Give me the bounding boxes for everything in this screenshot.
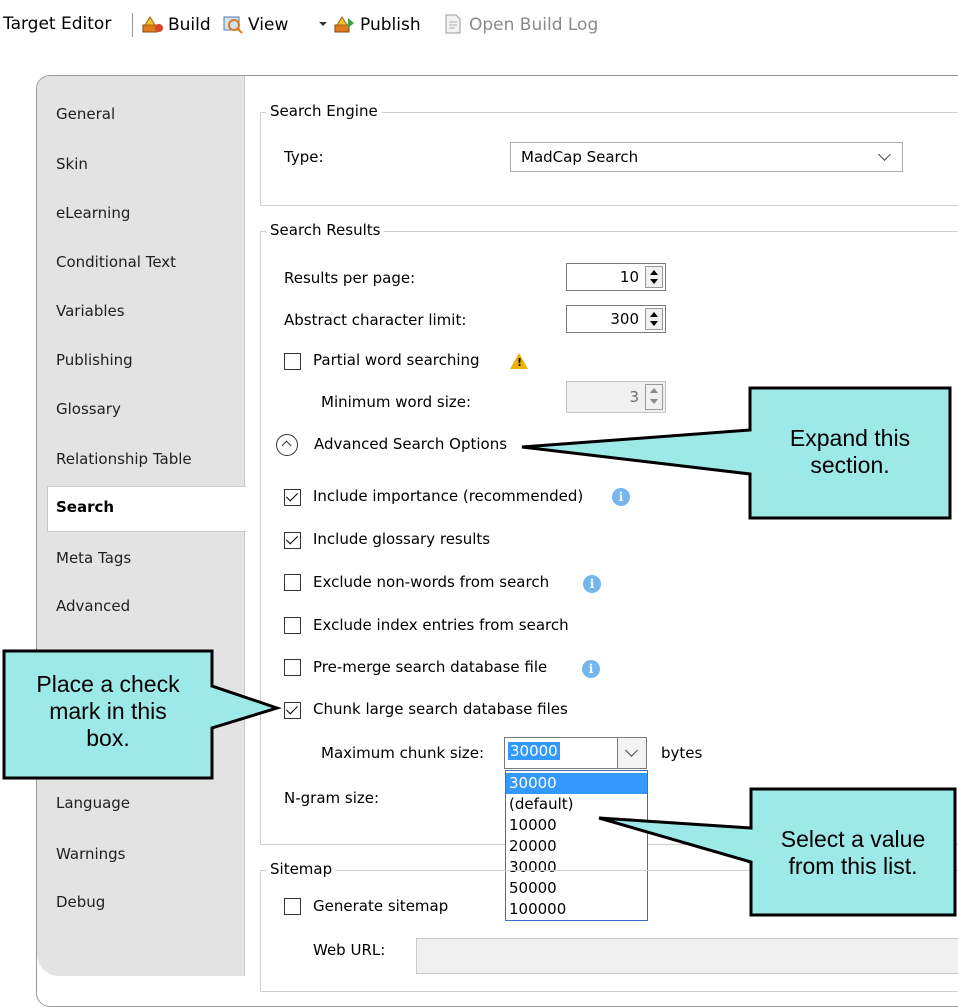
callout-line: mark in this	[49, 698, 167, 724]
callout-line: from this list.	[788, 853, 918, 879]
select-callout-text: Select a value from this list.	[753, 826, 953, 880]
callout-line: Select a value	[780, 826, 926, 852]
checkmark-callout-text: Place a check mark in this box.	[6, 671, 210, 752]
callout-line: box.	[86, 725, 130, 751]
expand-callout-text: Expand this section.	[752, 425, 948, 479]
callout-line: section.	[810, 452, 890, 478]
callout-line: Place a check	[36, 671, 180, 697]
callout-line: Expand this	[789, 425, 911, 451]
